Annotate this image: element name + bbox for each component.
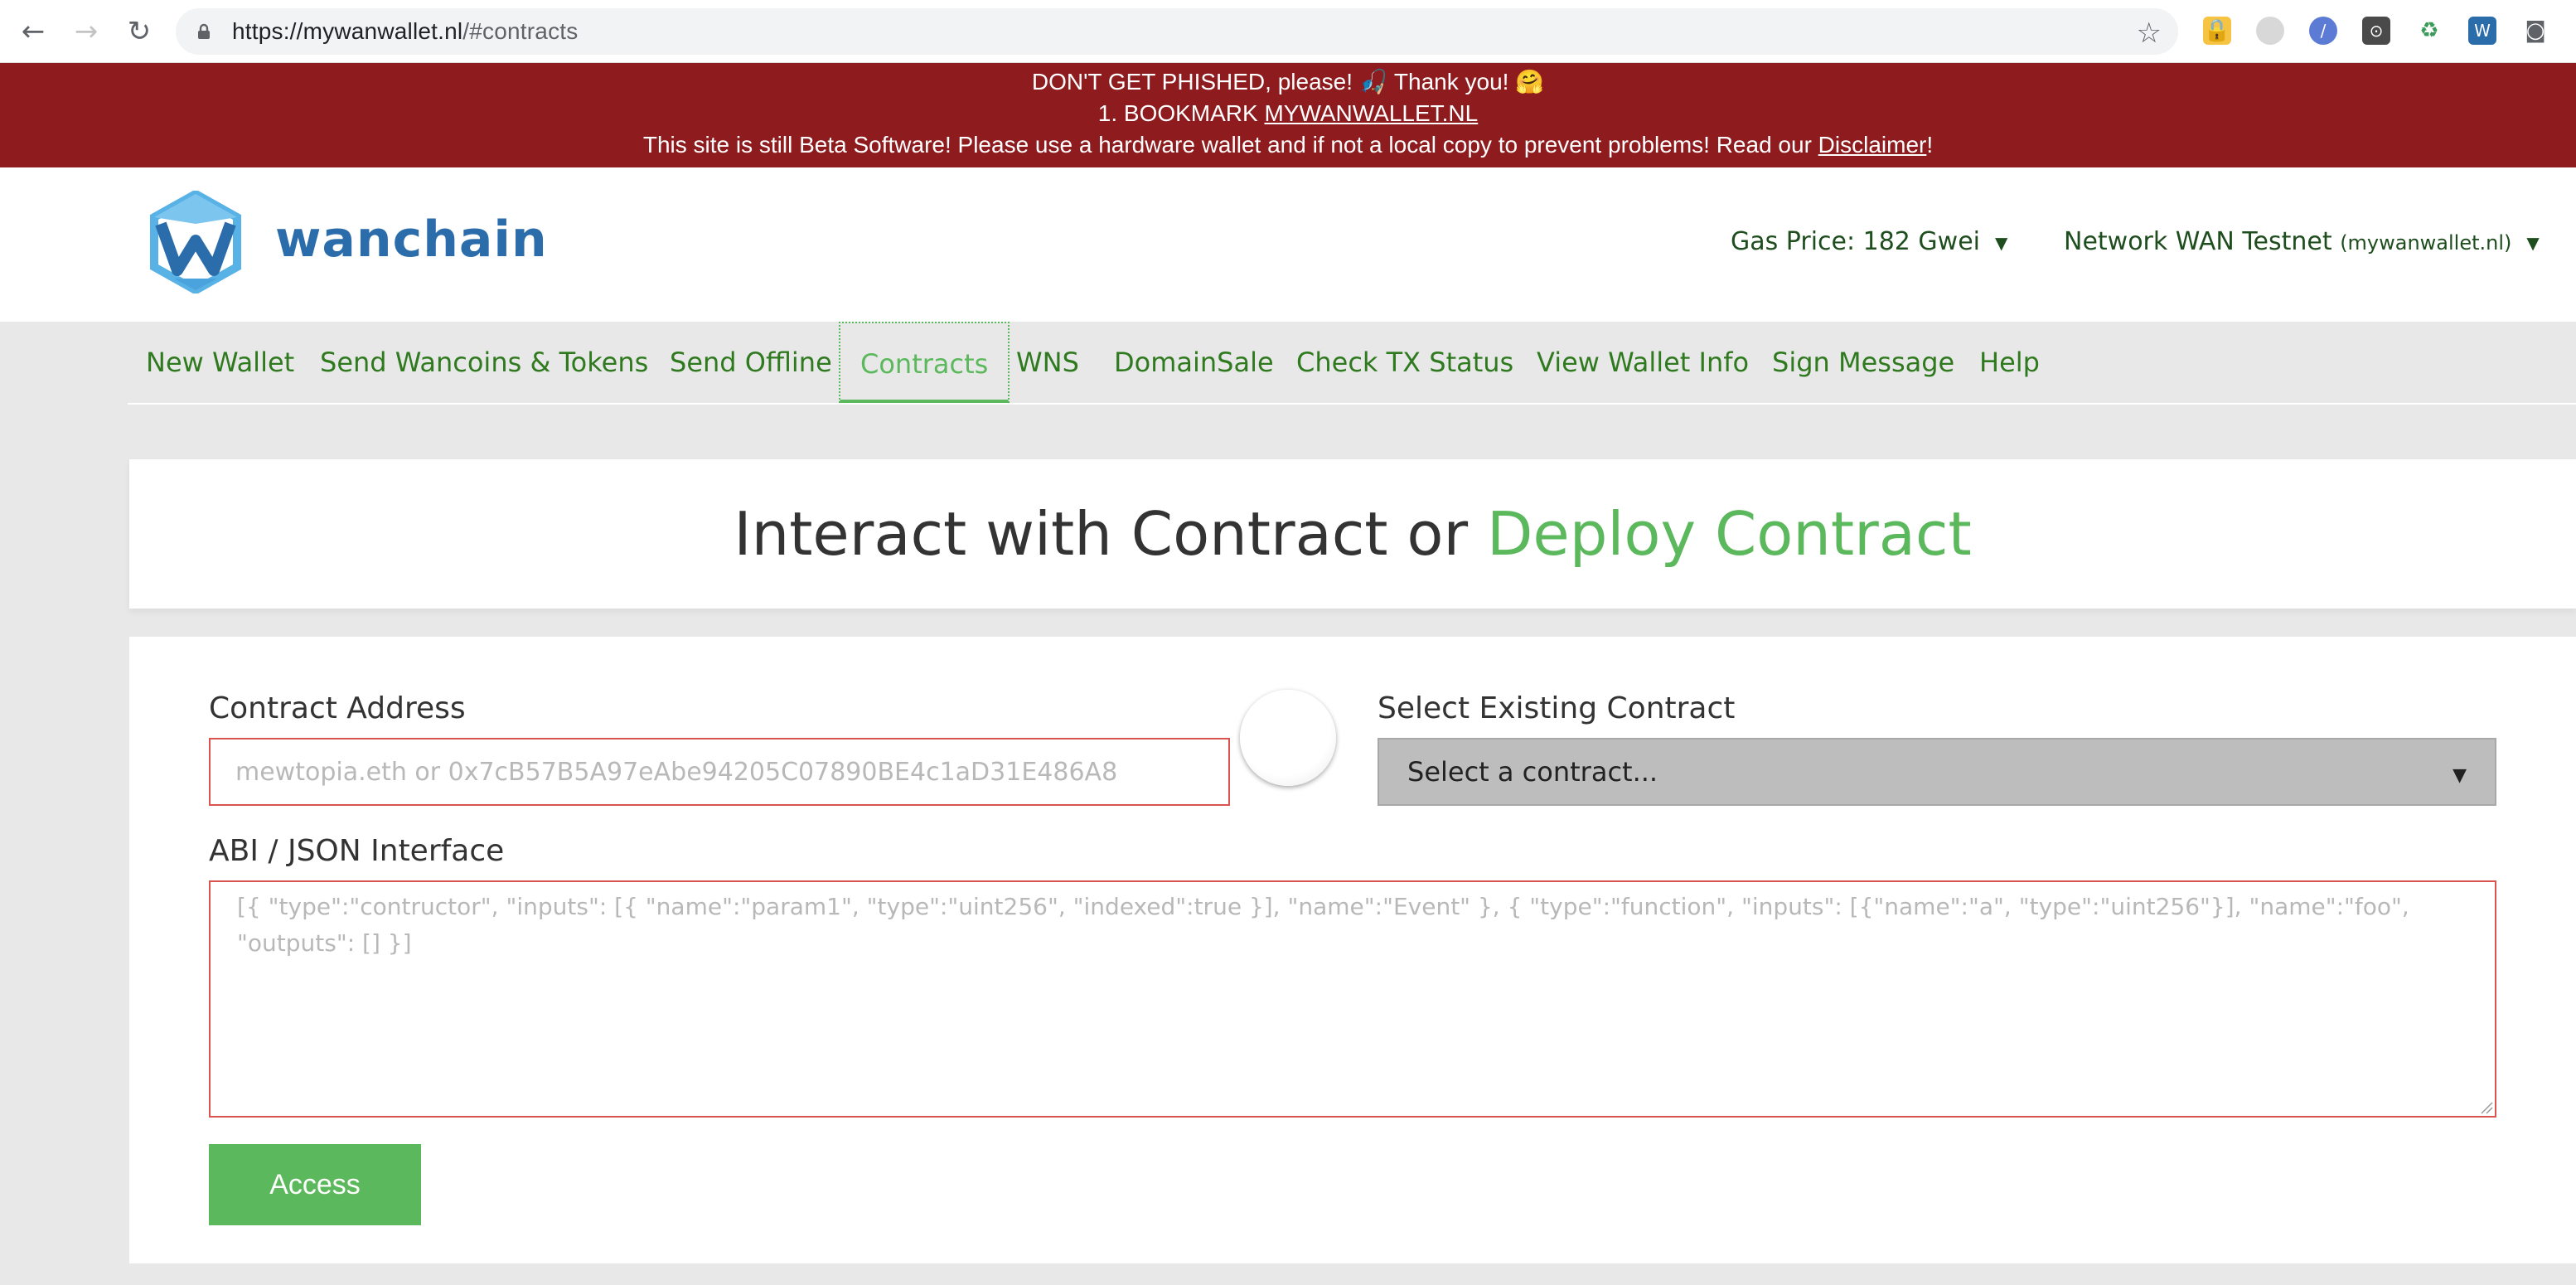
gas-caret-icon: ▼ bbox=[1995, 232, 2008, 253]
tab-sign-message[interactable]: Sign Message bbox=[1772, 347, 1954, 378]
network-label: Network WAN Testnet bbox=[2064, 227, 2332, 256]
tab-send-wancoins[interactable]: Send Wancoins & Tokens bbox=[320, 347, 648, 378]
access-button[interactable]: Access bbox=[209, 1144, 421, 1225]
url-host: https://mywanwallet.nl bbox=[232, 18, 463, 44]
tab-new-wallet[interactable]: New Wallet bbox=[146, 347, 294, 378]
tab-contracts[interactable]: Contracts bbox=[839, 322, 1010, 403]
select-contract-value: Select a contract... bbox=[1407, 756, 1658, 788]
tab-wns[interactable]: WNS bbox=[1016, 347, 1079, 378]
contract-form-panel: Contract Address mewtopia.eth or 0x7cB57… bbox=[129, 637, 2576, 1263]
warning-line-3: This site is still Beta Software! Please… bbox=[0, 129, 2576, 161]
logo-wordmark[interactable]: wanchain bbox=[275, 211, 548, 269]
back-icon[interactable]: ← bbox=[13, 12, 53, 51]
extension-recycle-icon[interactable]: ♻ bbox=[2415, 17, 2443, 45]
warning-line-2: 1. BOOKMARK MYWANWALLET.NL bbox=[0, 98, 2576, 129]
lock-icon bbox=[198, 23, 210, 39]
contract-address-label: Contract Address bbox=[209, 691, 466, 725]
gas-price-dropdown[interactable]: Gas Price: 182 Gwei ▼ bbox=[1731, 227, 2007, 256]
disclaimer-link[interactable]: Disclaimer bbox=[1818, 132, 1927, 158]
abi-textarea[interactable]: [{ "type":"contructor", "inputs": [{ "na… bbox=[209, 880, 2496, 1118]
warning-line-1: DON'T GET PHISHED, please! 🎣 Thank you! … bbox=[1031, 69, 1545, 95]
extension-compass-icon[interactable]: / bbox=[2309, 17, 2337, 45]
address-bar[interactable]: https://mywanwallet.nl/#contracts ☆ bbox=[176, 8, 2178, 55]
select-contract-label: Select Existing Contract bbox=[1378, 691, 1736, 725]
extension-wanchain-icon[interactable]: W bbox=[2468, 17, 2496, 45]
or-divider-circle bbox=[1240, 690, 1336, 786]
extension-lock-icon[interactable]: 🔒 bbox=[2203, 17, 2231, 45]
tab-send-offline[interactable]: Send Offline bbox=[670, 347, 832, 378]
tab-help[interactable]: Help bbox=[1979, 347, 2040, 378]
network-caret-icon: ▼ bbox=[2526, 232, 2540, 253]
beta-warning-suffix: ! bbox=[1926, 132, 1934, 158]
main-nav-tabs: New Wallet Send Wancoins & Tokens Send O… bbox=[128, 322, 2576, 405]
interact-title[interactable]: Interact with Contract bbox=[734, 499, 1387, 569]
tab-domainsale[interactable]: DomainSale bbox=[1114, 347, 1274, 378]
phishing-warning-banner: DON'T GET PHISHED, please! 🎣 Thank you! … bbox=[0, 63, 2576, 167]
page-title: Interact with Contract or Deploy Contrac… bbox=[129, 499, 2576, 569]
extension-circle-icon[interactable] bbox=[2256, 17, 2284, 45]
select-contract-dropdown[interactable]: Select a contract... ▼ bbox=[1378, 738, 2496, 806]
tab-view-wallet-info[interactable]: View Wallet Info bbox=[1537, 347, 1749, 378]
bookmark-star-icon[interactable]: ☆ bbox=[2137, 17, 2162, 50]
extension-camera-icon[interactable]: ◙ bbox=[2521, 17, 2549, 45]
site-header: wanchain Gas Price: 182 Gwei ▼ Network WA… bbox=[0, 167, 2576, 322]
extension-shield-icon[interactable]: ⊙ bbox=[2362, 17, 2390, 45]
beta-warning-text: This site is still Beta Software! Please… bbox=[642, 132, 1818, 158]
abi-label: ABI / JSON Interface bbox=[209, 834, 505, 868]
network-dropdown[interactable]: Network WAN Testnet (mywanwallet.nl) ▼ bbox=[2064, 227, 2540, 256]
deploy-contract-link[interactable]: Deploy Contract bbox=[1487, 499, 1972, 569]
reload-icon[interactable]: ↻ bbox=[119, 12, 159, 51]
title-panel: Interact with Contract or Deploy Contrac… bbox=[129, 459, 2576, 609]
warning-bookmark-text: 1. BOOKMARK bbox=[1097, 100, 1265, 126]
bookmark-link[interactable]: MYWANWALLET.NL bbox=[1264, 100, 1478, 126]
resize-grip-icon[interactable] bbox=[2478, 1099, 2493, 1114]
tab-check-tx-status[interactable]: Check TX Status bbox=[1296, 347, 1513, 378]
browser-toolbar: ← → ↻ https://mywanwallet.nl/#contracts … bbox=[0, 0, 2576, 63]
forward-icon[interactable]: → bbox=[66, 12, 106, 51]
url-text: https://mywanwallet.nl/#contracts bbox=[232, 18, 578, 45]
contract-address-input[interactable]: mewtopia.eth or 0x7cB57B5A97eAbe94205C07… bbox=[209, 738, 1230, 806]
url-path: /#contracts bbox=[462, 18, 579, 44]
wanchain-logo-icon[interactable] bbox=[149, 191, 242, 293]
dropdown-caret-icon: ▼ bbox=[2453, 764, 2467, 786]
gas-price-label: Gas Price: 182 Gwei bbox=[1731, 227, 1980, 256]
title-separator: or bbox=[1387, 499, 1487, 569]
abi-placeholder: [{ "type":"contructor", "inputs": [{ "na… bbox=[237, 893, 2409, 957]
network-host: (mywanwallet.nl) bbox=[2340, 231, 2512, 255]
